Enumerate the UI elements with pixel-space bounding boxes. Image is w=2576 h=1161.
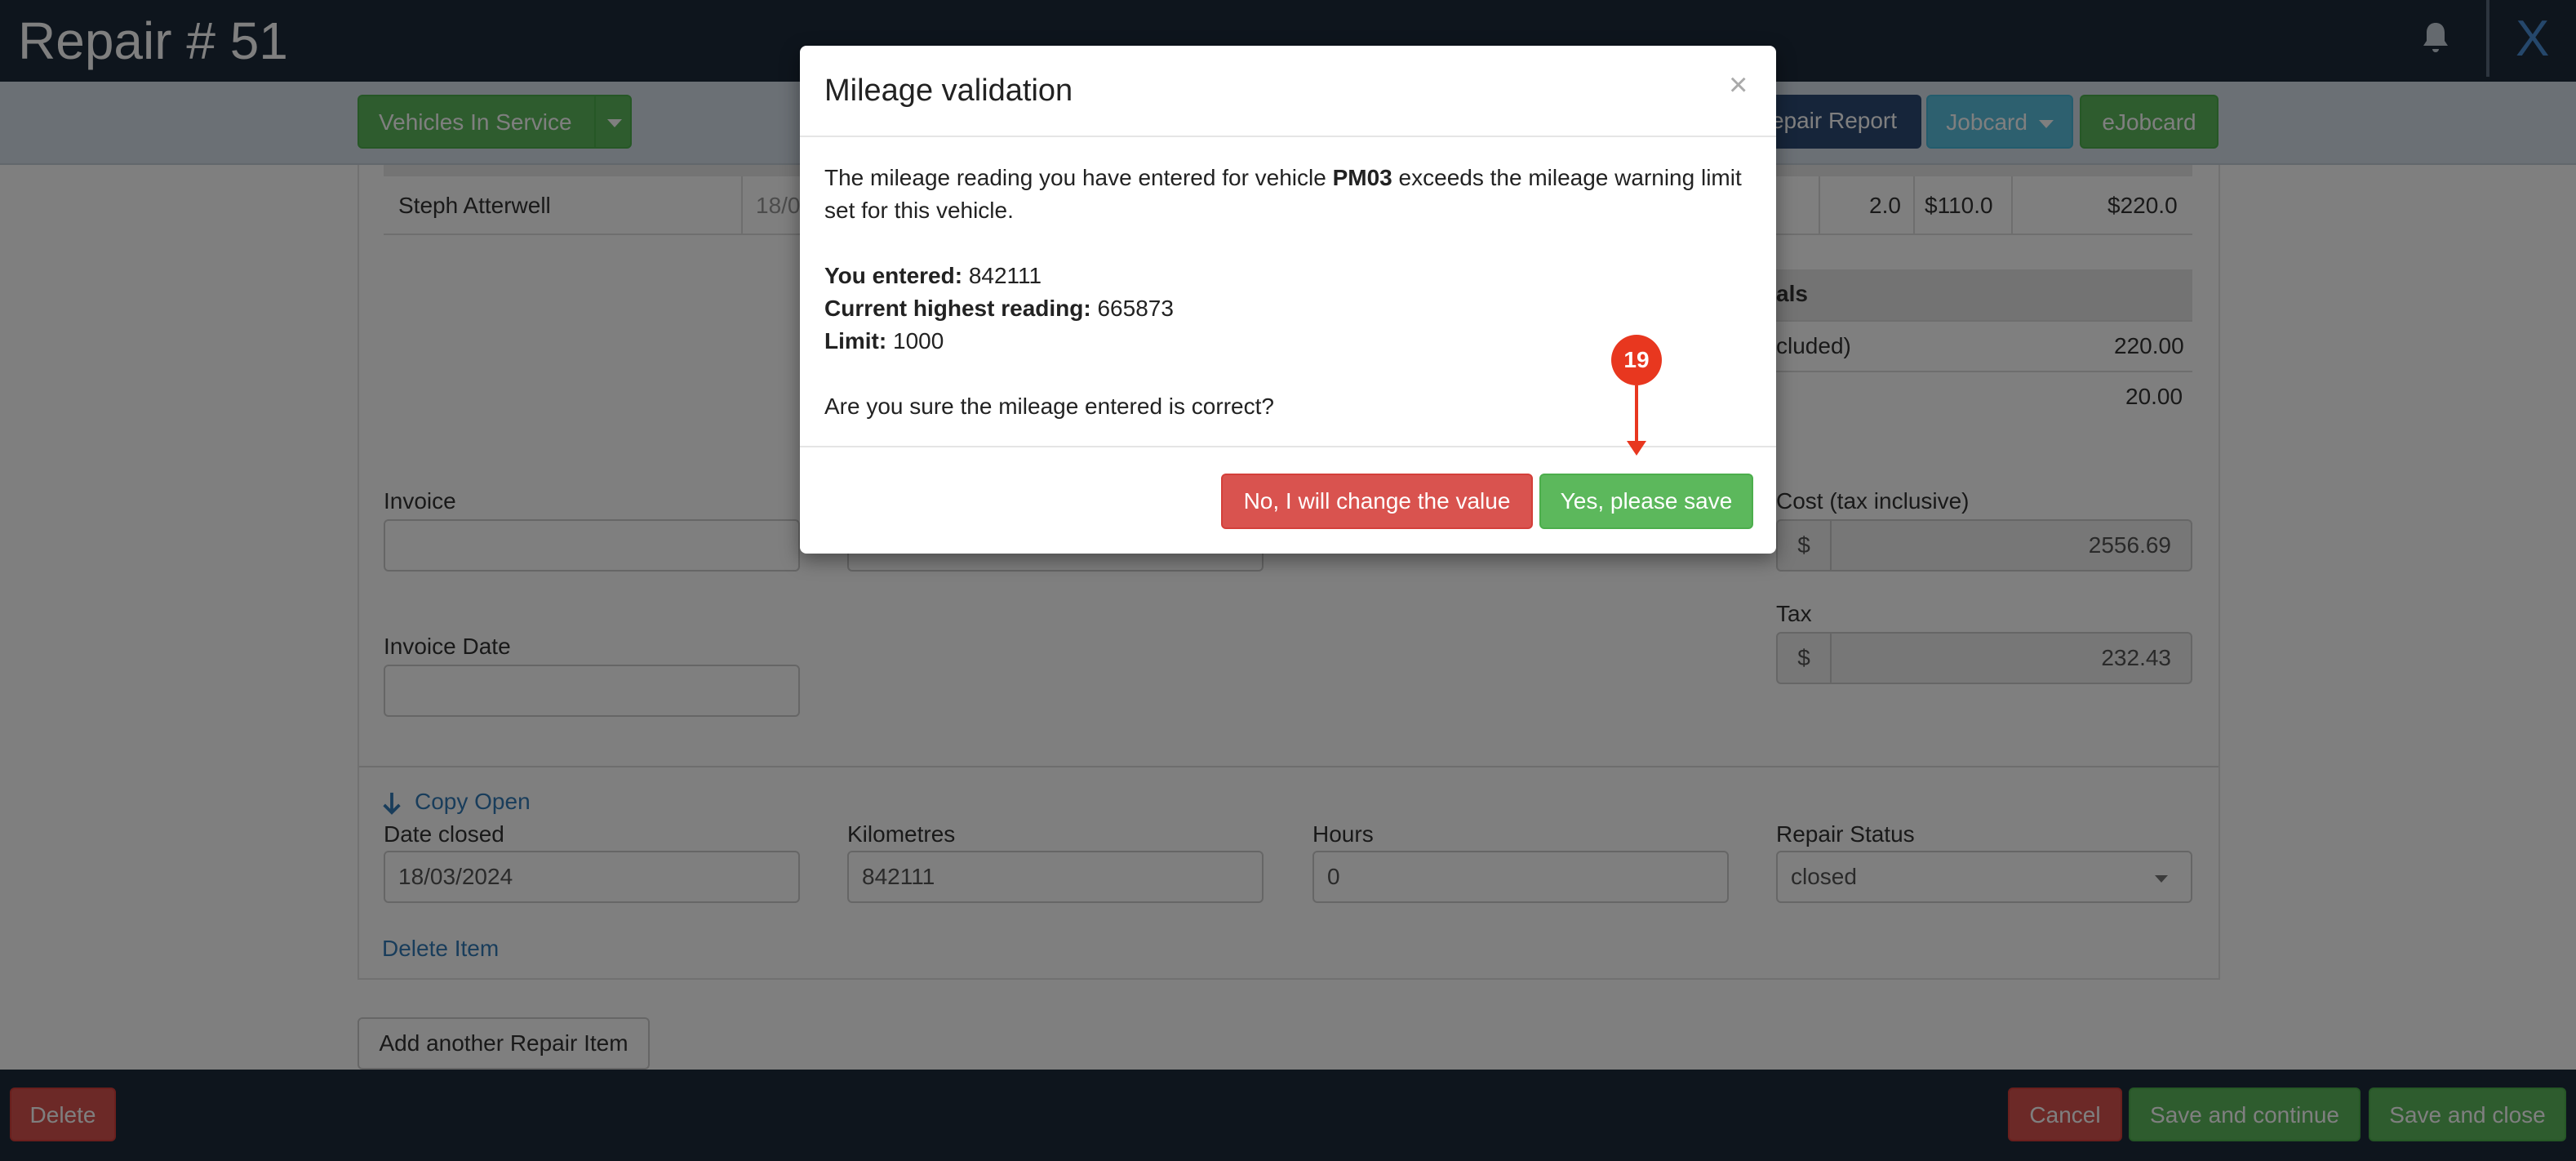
message-text: The mileage reading you have entered for… (824, 165, 1333, 190)
limit-value: 1000 (893, 328, 944, 354)
limit-label: Limit: (824, 328, 887, 354)
mileage-validation-modal: Mileage validation × The mileage reading… (800, 46, 1776, 554)
modal-title: Mileage validation (824, 73, 1073, 108)
highest-label: Current highest reading: (824, 296, 1091, 321)
yes-please-save-button[interactable]: Yes, please save (1539, 474, 1753, 529)
entered-row: You entered: 842111 (824, 260, 1042, 292)
highest-value: 665873 (1097, 296, 1174, 321)
annotation-arrow-line (1635, 385, 1638, 443)
modal-message: The mileage reading you have entered for… (824, 162, 1742, 194)
highest-row: Current highest reading: 665873 (824, 292, 1174, 325)
modal-close-button[interactable]: × (1729, 67, 1748, 104)
no-change-value-button[interactable]: No, I will change the value (1221, 474, 1533, 529)
limit-row: Limit: 1000 (824, 325, 944, 358)
confirm-question: Are you sure the mileage entered is corr… (824, 394, 1274, 419)
annotation-arrow-head (1627, 441, 1646, 456)
modal-divider (800, 136, 1776, 137)
message-text: exceeds the mileage warning limit (1392, 165, 1742, 190)
entered-label: You entered: (824, 263, 963, 288)
step-annotation-badge: 19 (1611, 335, 1662, 385)
entered-value: 842111 (968, 263, 1042, 288)
vehicle-id: PM03 (1332, 165, 1392, 190)
modal-message-line2: set for this vehicle. (824, 198, 1014, 223)
